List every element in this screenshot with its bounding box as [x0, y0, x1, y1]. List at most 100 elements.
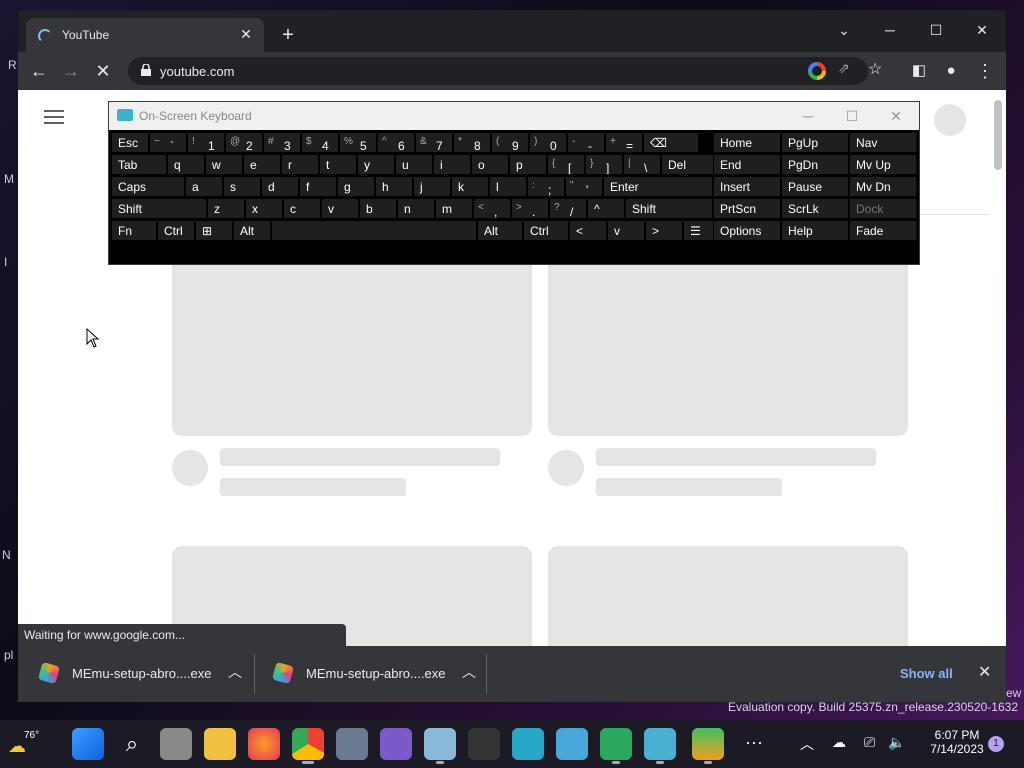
osk-nav-key[interactable]: Mv Up — [849, 154, 917, 175]
osk-key[interactable]: q — [167, 154, 205, 175]
task-manager-icon[interactable] — [424, 728, 456, 764]
chevron-up-icon[interactable]: ︿ — [800, 734, 814, 754]
share-icon[interactable]: ⇗ — [838, 60, 850, 77]
osk-key[interactable]: s — [223, 176, 261, 197]
osk-key[interactable]: c — [283, 198, 321, 219]
osk-key[interactable]: " ' — [565, 176, 603, 197]
weather-widget[interactable]: ☁ 76° — [6, 728, 46, 760]
osk-nav-key[interactable]: Pause — [781, 176, 849, 197]
osk-key[interactable]: Alt — [233, 220, 271, 241]
osk-key[interactable]: Esc — [111, 132, 149, 153]
osk-key[interactable]: ! 1 — [187, 132, 225, 153]
maximize-button[interactable]: ☐ — [837, 106, 867, 126]
osk-key[interactable]: y — [357, 154, 395, 175]
osk-key[interactable]: ⌫ — [643, 132, 699, 153]
notification-badge[interactable]: 1 — [988, 736, 1004, 752]
chat-app-icon[interactable] — [600, 728, 632, 764]
osk-nav-key[interactable]: Mv Dn — [849, 176, 917, 197]
start-button[interactable] — [72, 728, 104, 760]
osk-nav-key[interactable]: End — [713, 154, 781, 175]
osk-key[interactable]: + = — [605, 132, 643, 153]
file-explorer-icon[interactable] — [204, 728, 236, 760]
address-bar[interactable]: youtube.com ⇗ ☆ — [128, 57, 882, 85]
osk-key[interactable]: u — [395, 154, 433, 175]
hamburger-menu-icon[interactable] — [44, 110, 64, 124]
volume-icon[interactable]: 🔈 — [888, 734, 905, 751]
osk-key[interactable]: p — [509, 154, 547, 175]
osk-key[interactable]: }] — [585, 154, 623, 175]
search-icon[interactable]: ⌕ — [116, 728, 148, 760]
minimize-button[interactable]: ─ — [793, 106, 823, 126]
osk-key[interactable]: Shift — [111, 198, 207, 219]
app-icon[interactable] — [512, 728, 544, 760]
osk-key[interactable]: ? / — [549, 198, 587, 219]
back-button[interactable]: ← — [26, 58, 52, 84]
osk-key[interactable]: Shift — [625, 198, 713, 219]
chevron-up-icon[interactable]: ︿ — [462, 662, 476, 682]
side-panel-icon[interactable]: ◧ — [906, 58, 932, 84]
network-icon[interactable]: ⎚ — [864, 734, 875, 751]
bookmark-star-icon[interactable]: ☆ — [868, 59, 882, 79]
osk-key[interactable]: Alt — [477, 220, 523, 241]
osk-nav-key[interactable]: PrtScn — [713, 198, 781, 219]
osk-key[interactable]: t — [319, 154, 357, 175]
osk-key[interactable]: > — [645, 220, 683, 241]
onedrive-icon[interactable]: ☁ — [832, 734, 846, 751]
memu-icon[interactable] — [692, 728, 724, 764]
visual-studio-icon[interactable] — [380, 728, 412, 760]
osk-key[interactable]: i — [433, 154, 471, 175]
tab-youtube[interactable]: YouTube ✕ — [26, 18, 264, 52]
osk-key[interactable]: ) 0 — [529, 132, 567, 153]
osk-key[interactable]: Tab — [111, 154, 167, 175]
task-view-icon[interactable] — [160, 728, 192, 760]
osk-key[interactable]: v — [607, 220, 645, 241]
osk-nav-key[interactable]: PgUp — [781, 132, 849, 153]
menu-kebab-icon[interactable]: ⋮ — [972, 58, 998, 84]
maximize-button[interactable]: ☐ — [916, 16, 956, 44]
osk-nav-key[interactable]: Dock — [849, 198, 917, 219]
google-icon[interactable] — [808, 62, 826, 80]
osk-key[interactable]: Ctrl — [157, 220, 195, 241]
osk-key[interactable]: j — [413, 176, 451, 197]
download-item[interactable]: MEmu-setup-abro....exe ︿ — [24, 654, 258, 694]
osk-key[interactable] — [271, 220, 477, 241]
osk-key[interactable]: @2 — [225, 132, 263, 153]
osk-key[interactable]: #3 — [263, 132, 301, 153]
chrome-icon[interactable] — [292, 728, 324, 764]
osk-key[interactable]: {[ — [547, 154, 585, 175]
osk-key[interactable]: -- — [567, 132, 605, 153]
osk-key[interactable]: m — [435, 198, 473, 219]
clock[interactable]: 6:07 PM 7/14/2023 — [926, 728, 988, 756]
osk-key[interactable]: a — [185, 176, 223, 197]
osk-key[interactable]: h — [375, 176, 413, 197]
new-tab-button[interactable]: + — [276, 24, 300, 48]
tab-search-icon[interactable]: ⌄ — [824, 16, 864, 44]
osk-key[interactable]: & 7 — [415, 132, 453, 153]
osk-key[interactable]: x — [245, 198, 283, 219]
osk-key[interactable]: f — [299, 176, 337, 197]
terminal-icon[interactable] — [468, 728, 500, 760]
osk-nav-key[interactable]: PgDn — [781, 154, 849, 175]
osk-key[interactable]: % 5 — [339, 132, 377, 153]
osk-key[interactable]: Ctrl — [523, 220, 569, 241]
osk-key[interactable]: r — [281, 154, 319, 175]
show-all-downloads-link[interactable]: Show all — [900, 666, 953, 681]
osk-key[interactable]: l — [489, 176, 527, 197]
osk-nav-key[interactable]: Help — [781, 220, 849, 241]
osk-key[interactable]: <, — [473, 198, 511, 219]
stop-loading-button[interactable]: ✕ — [90, 58, 116, 84]
osk-key[interactable]: ^ — [587, 198, 625, 219]
download-item[interactable]: MEmu-setup-abro....exe ︿ — [258, 654, 492, 694]
osk-titlebar[interactable]: On-Screen Keyboard ─ ☐ ✕ — [109, 102, 919, 130]
osk-nav-key[interactable]: Options — [713, 220, 781, 241]
osk-key[interactable]: Enter — [603, 176, 713, 197]
more-icon[interactable]: ··· — [738, 728, 770, 760]
osk-nav-key[interactable]: ScrLk — [781, 198, 849, 219]
osk-key[interactable]: $4 — [301, 132, 339, 153]
osk-key[interactable]: o — [471, 154, 509, 175]
osk-key[interactable]: * 8 — [453, 132, 491, 153]
osk-key[interactable]: Fn — [111, 220, 157, 241]
osk-nav-key[interactable]: Insert — [713, 176, 781, 197]
osk-key[interactable]: d — [261, 176, 299, 197]
osk-key[interactable]: e — [243, 154, 281, 175]
